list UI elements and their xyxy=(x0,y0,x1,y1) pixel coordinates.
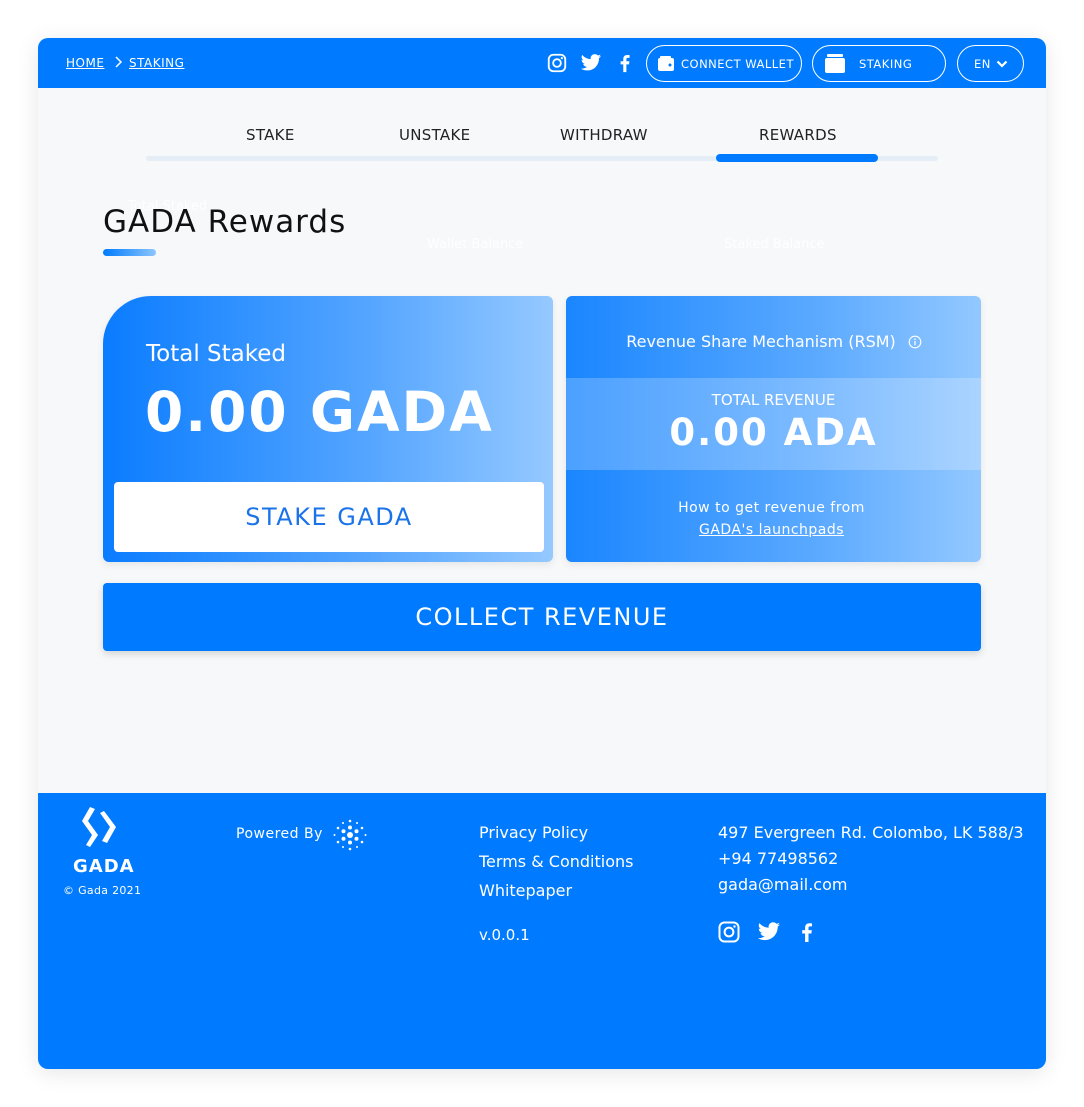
staking-icon xyxy=(825,54,845,73)
tab-active-indicator xyxy=(716,154,878,162)
total-revenue-label: TOTAL REVENUE xyxy=(711,391,836,409)
connect-wallet-label: CONNECT WALLET xyxy=(681,57,794,71)
info-icon[interactable] xyxy=(908,335,922,349)
total-staked-label: Total Staked xyxy=(146,341,286,367)
stake-gada-button[interactable]: STAKE GADA xyxy=(114,482,544,552)
tab-withdraw[interactable]: WITHDRAW xyxy=(560,126,648,144)
powered-by-label: Powered By xyxy=(236,826,323,842)
facebook-icon[interactable] xyxy=(614,52,636,74)
ghost-label: Wallet Balance xyxy=(427,237,524,252)
cardano-logo-icon xyxy=(333,819,367,851)
ghost-label: Staked Balance xyxy=(724,237,825,252)
connect-wallet-button[interactable]: CONNECT WALLET xyxy=(646,45,802,82)
total-revenue-value: 0.00 ADA xyxy=(669,411,878,454)
staking-label: STAKING xyxy=(859,57,913,71)
footer-email[interactable]: gada@mail.com xyxy=(718,875,847,894)
total-staked-value: 0.00 GADA xyxy=(145,380,494,444)
instagram-icon[interactable] xyxy=(546,52,568,74)
footer-copyright: © Gada 2021 xyxy=(63,884,142,897)
version-label: v.0.0.1 xyxy=(479,926,530,944)
terms-link[interactable]: Terms & Conditions xyxy=(479,852,633,871)
twitter-icon[interactable] xyxy=(757,920,781,944)
tab-rewards[interactable]: REWARDS xyxy=(759,126,837,144)
total-revenue-panel: TOTAL REVENUE 0.00 ADA xyxy=(566,378,981,470)
privacy-policy-link[interactable]: Privacy Policy xyxy=(479,823,588,842)
chevron-right-icon xyxy=(115,56,123,68)
rsm-title: Revenue Share Mechanism (RSM) xyxy=(626,332,896,351)
footer: GADA © Gada 2021 Powered By Privacy Poli… xyxy=(38,793,1046,1069)
language-label: EN xyxy=(974,57,991,71)
collect-revenue-button[interactable]: COLLECT REVENUE xyxy=(103,583,981,651)
twitter-icon[interactable] xyxy=(580,52,602,74)
gada-logo-icon xyxy=(82,807,116,847)
footer-phone: +94 77498562 xyxy=(718,849,839,868)
breadcrumb-home[interactable]: HOME xyxy=(66,56,104,70)
footer-address: 497 Evergreen Rd. Colombo, LK 588/3 xyxy=(718,823,1024,842)
top-bar: HOME STAKING CONNECT WALLET STAKING EN xyxy=(38,38,1046,88)
revenue-info-text: How to get revenue from xyxy=(678,500,865,516)
facebook-icon[interactable] xyxy=(795,920,819,944)
instagram-icon[interactable] xyxy=(717,920,741,944)
whitepaper-link[interactable]: Whitepaper xyxy=(479,881,572,900)
wallet-icon xyxy=(658,56,674,71)
tab-stake[interactable]: STAKE xyxy=(246,126,295,144)
page-title: GADA Rewards xyxy=(103,204,347,240)
title-underline xyxy=(103,249,156,256)
language-select[interactable]: EN xyxy=(957,45,1024,82)
breadcrumb-staking[interactable]: STAKING xyxy=(129,56,184,70)
total-staked-card: Total Staked 0.00 GADA STAKE GADA xyxy=(103,296,553,562)
footer-brand: GADA xyxy=(73,856,135,877)
launchpads-link[interactable]: GADA's launchpads xyxy=(566,522,977,538)
chevron-down-icon xyxy=(996,60,1008,68)
tab-unstake[interactable]: UNSTAKE xyxy=(399,126,470,144)
app-frame: HOME STAKING CONNECT WALLET STAKING EN S… xyxy=(38,38,1046,1069)
staking-button[interactable]: STAKING xyxy=(812,45,946,82)
rsm-card: Revenue Share Mechanism (RSM) TOTAL REVE… xyxy=(566,296,981,562)
